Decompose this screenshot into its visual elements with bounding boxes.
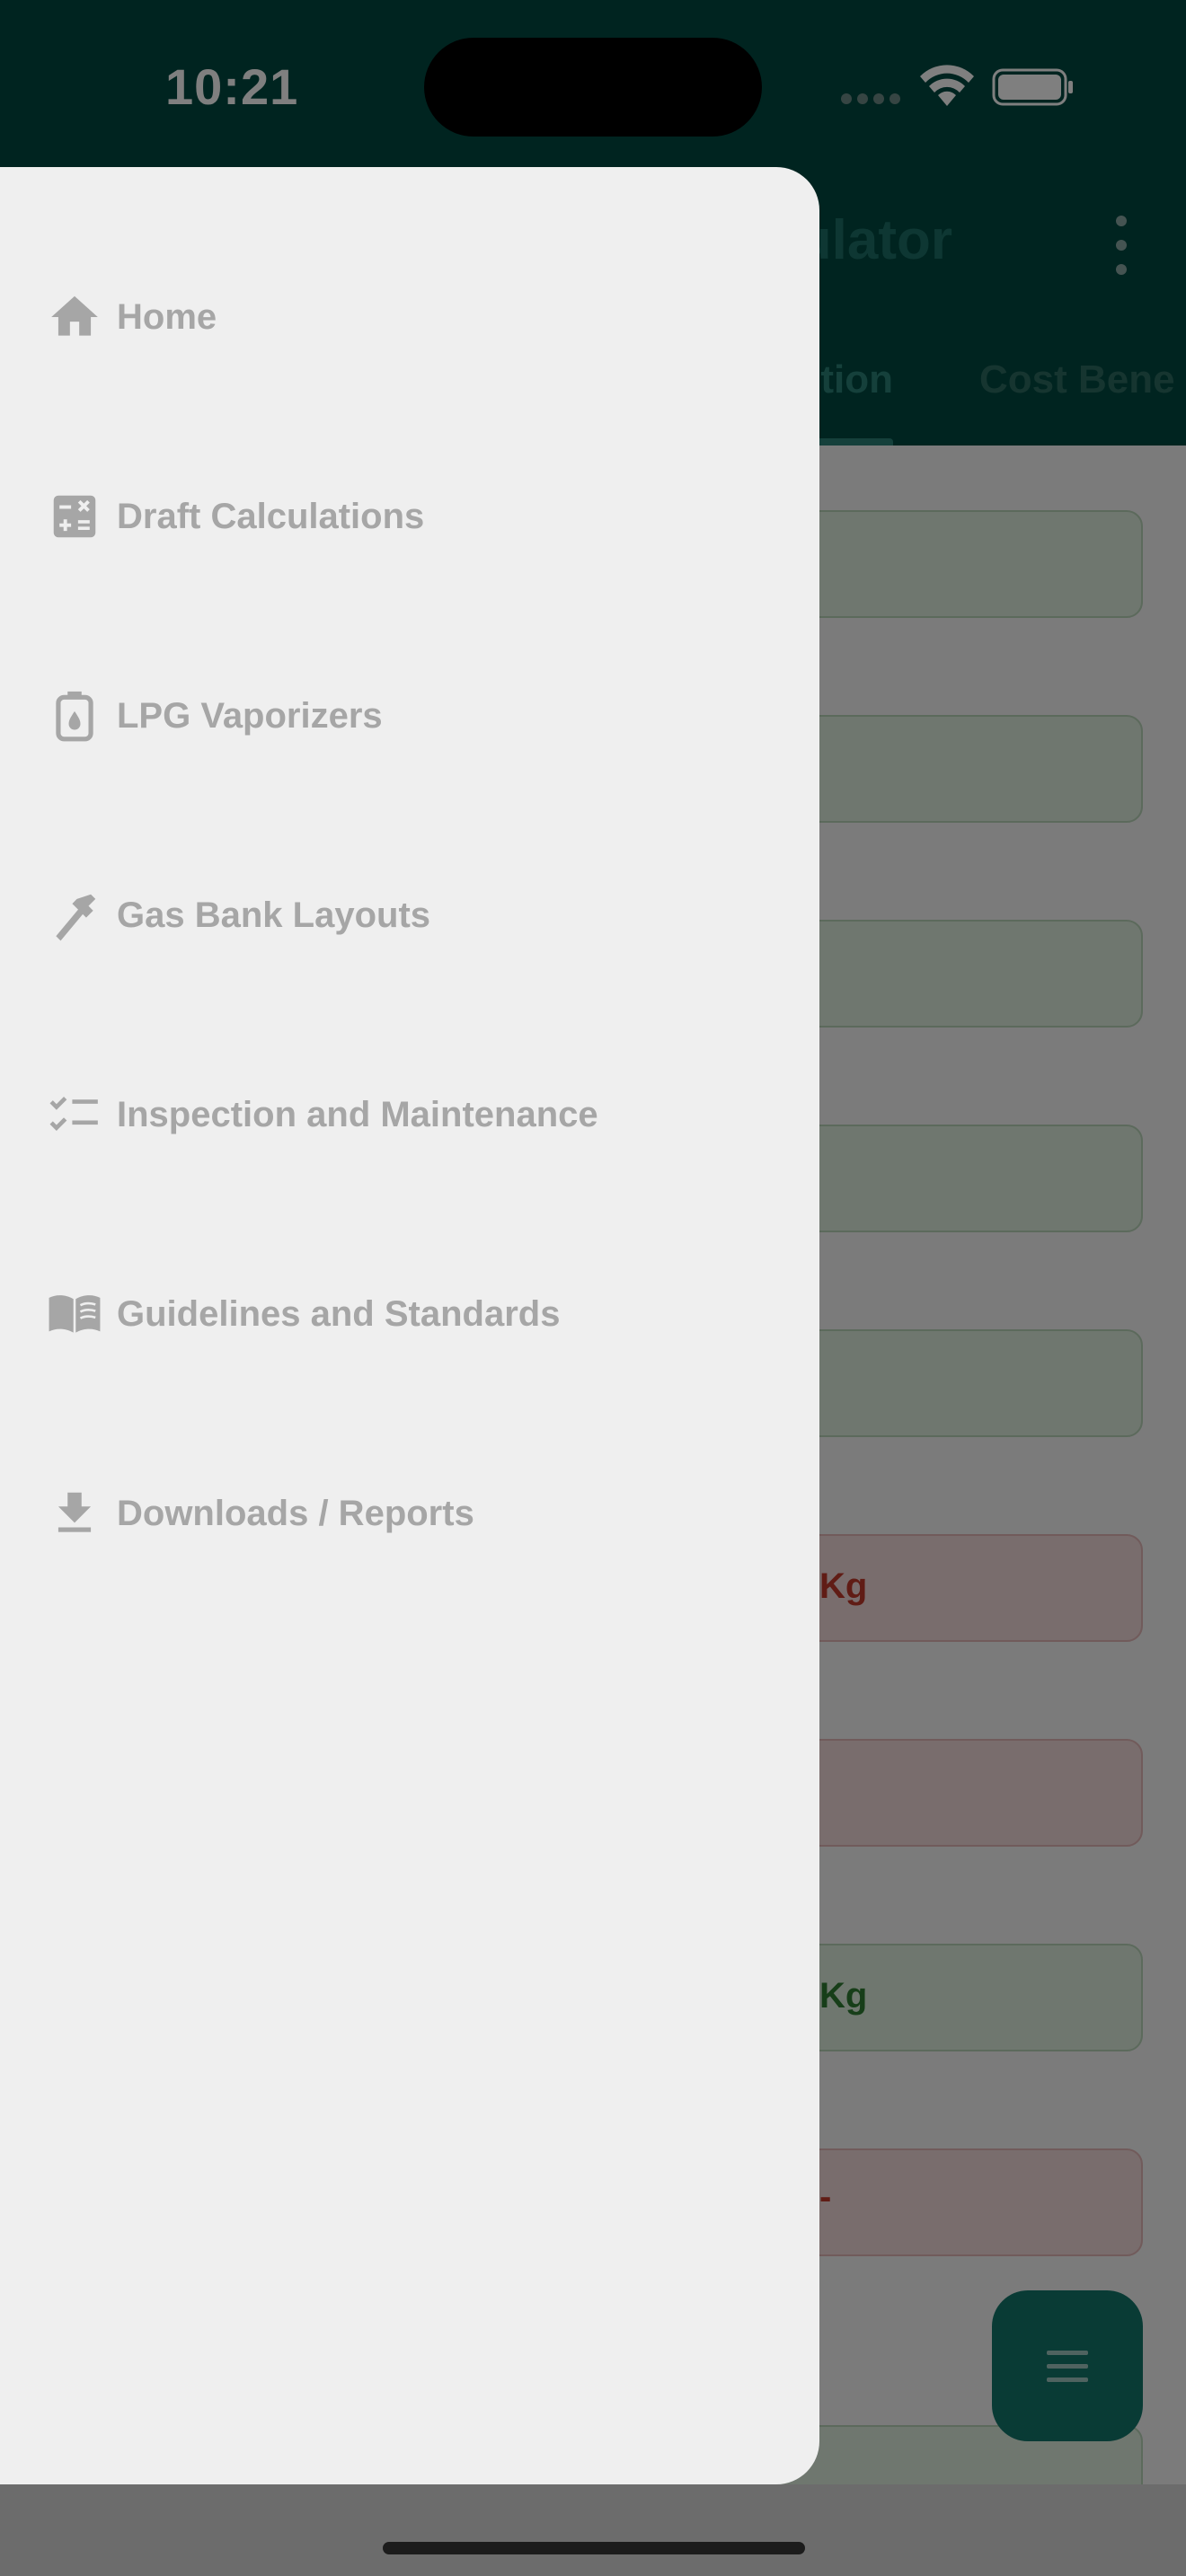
pipe-wrench-icon bbox=[43, 884, 106, 947]
drawer-item-inspection-maintenance[interactable]: Inspection and Maintenance bbox=[43, 1074, 598, 1155]
download-icon bbox=[43, 1482, 106, 1545]
drawer-item-label: Downloads / Reports bbox=[117, 1493, 474, 1533]
drawer-item-draft-calculations[interactable]: Draft Calculations bbox=[43, 476, 424, 557]
drawer-item-label: Draft Calculations bbox=[117, 496, 425, 536]
book-icon bbox=[43, 1283, 106, 1345]
calculator-icon bbox=[43, 485, 106, 548]
checklist-icon bbox=[43, 1083, 106, 1146]
drawer-item-label: Home bbox=[117, 296, 217, 337]
drawer-item-home[interactable]: Home bbox=[43, 277, 217, 357]
navigation-drawer: Home Draft Calculations LPG Vaporizers G… bbox=[0, 167, 819, 2484]
drawer-item-label: Inspection and Maintenance bbox=[117, 1094, 598, 1134]
drawer-item-gas-bank-layouts[interactable]: Gas Bank Layouts bbox=[43, 875, 430, 956]
home-icon bbox=[43, 286, 106, 348]
drawer-item-guidelines-standards[interactable]: Guidelines and Standards bbox=[43, 1274, 560, 1354]
drawer-item-label: Guidelines and Standards bbox=[117, 1293, 561, 1334]
gas-canister-icon bbox=[43, 684, 106, 747]
drawer-item-downloads-reports[interactable]: Downloads / Reports bbox=[43, 1473, 474, 1554]
drawer-item-lpg-vaporizers[interactable]: LPG Vaporizers bbox=[43, 675, 383, 756]
drawer-item-label: Gas Bank Layouts bbox=[117, 895, 431, 935]
home-indicator[interactable] bbox=[383, 2542, 805, 2554]
drawer-item-label: LPG Vaporizers bbox=[117, 695, 383, 736]
